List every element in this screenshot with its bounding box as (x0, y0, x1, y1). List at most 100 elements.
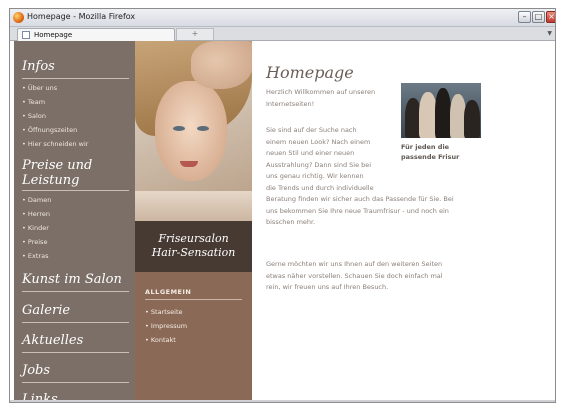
link-kontakt[interactable]: • Kontakt (145, 336, 176, 344)
nav-item-label: Öffnungszeiten (27, 126, 78, 134)
person-shape (435, 88, 451, 138)
minimize-button[interactable]: – (518, 11, 531, 23)
nav-item-salon[interactable]: • Salon (22, 112, 46, 120)
caption-line: Für jeden die (401, 143, 450, 151)
person-shape (464, 100, 480, 138)
text-line: uns bekommen Sie Ihre neue Traumfrisur -… (266, 206, 449, 215)
tab-list-arrow-icon[interactable]: ▼ (547, 30, 552, 37)
page-content: Infos • Über uns • Team • Salon • Öffnun… (10, 41, 555, 402)
nav-item-label: Extras (27, 252, 49, 260)
nav-item-label: Preise (27, 238, 48, 246)
tab-bar: Homepage + ▼ (10, 27, 555, 41)
group-photo (401, 83, 481, 138)
close-button[interactable]: × (546, 11, 555, 23)
browser-window: Homepage - Mozilla Firefox – □ × Homepag… (9, 8, 556, 403)
salon-name: Friseursalon Hair-Sensation (135, 221, 252, 260)
bullet-icon: • (22, 196, 26, 204)
salon-name-line1: Friseursalon (158, 232, 229, 245)
nav-item-label: Salon (27, 112, 46, 120)
window-title: Homepage - Mozilla Firefox (27, 12, 136, 21)
firefox-icon (13, 12, 24, 23)
nav-item-herren[interactable]: • Herren (22, 210, 50, 218)
nav-heading-aktuelles[interactable]: Aktuelles (22, 333, 83, 348)
hand-shape (191, 41, 252, 89)
nav-heading-line: Leistung (22, 173, 80, 188)
bullet-icon: • (22, 210, 26, 218)
bullet-icon: • (22, 98, 26, 106)
bullet-icon: • (22, 252, 26, 260)
paragraph-2: Gerne möchten wir uns Ihnen auf den weit… (266, 259, 443, 294)
bullet-icon: • (22, 140, 26, 148)
nav-item-label: Kinder (27, 224, 49, 232)
nav-item-label: Herren (27, 210, 51, 218)
new-tab-button[interactable]: + (176, 28, 214, 40)
divider (22, 291, 129, 292)
nav-heading-line: Preise und (22, 158, 93, 173)
bullet-icon: • (22, 224, 26, 232)
link-startseite[interactable]: • Startseite (145, 308, 183, 316)
bullet-icon: • (145, 336, 149, 344)
bullet-icon: • (145, 308, 149, 316)
link-label: Kontakt (150, 336, 176, 344)
text-line: Herzlich Willkommen auf unseren (266, 88, 376, 96)
divider (22, 190, 129, 191)
page-title: Homepage (266, 63, 354, 82)
page-icon (22, 31, 30, 39)
bullet-icon: • (22, 238, 26, 246)
bullet-icon: • (145, 322, 149, 330)
text-line: Gerne möchten wir uns Ihnen auf den weit… (266, 260, 443, 268)
nav-item-preise[interactable]: • Preise (22, 238, 47, 246)
text-line: Internetseiten! (266, 99, 315, 108)
maximize-button[interactable]: □ (532, 11, 545, 23)
paragraph-1: Sie sind auf der Suche nach einem neuen … (266, 125, 454, 229)
nav-item-hier-schneiden-wir[interactable]: • Hier schneiden wir (22, 140, 88, 148)
link-label: Startseite (150, 308, 183, 316)
divider (22, 322, 129, 323)
nav-heading-infos[interactable]: Infos (22, 59, 55, 74)
salon-name-box: Friseursalon Hair-Sensation (135, 221, 252, 272)
eye-shape (197, 126, 209, 131)
nav-heading-jobs[interactable]: Jobs (22, 363, 50, 378)
divider (145, 299, 242, 300)
nav-heading-galerie[interactable]: Galerie (22, 303, 70, 318)
title-bar: Homepage - Mozilla Firefox – □ × (10, 9, 555, 27)
text-line: bisschen mehr. (266, 218, 316, 226)
bullet-icon: • (22, 112, 26, 120)
sidebar-nav: Infos • Über uns • Team • Salon • Öffnun… (14, 41, 135, 402)
nav-item-label: Team (27, 98, 46, 106)
allgemein-title: ALLGEMEIN (145, 288, 192, 296)
nav-item-oeffnungszeiten[interactable]: • Öffnungszeiten (22, 126, 77, 134)
divider (22, 78, 129, 79)
bullet-icon: • (22, 126, 26, 134)
divider (22, 352, 129, 353)
tab-homepage[interactable]: Homepage (17, 28, 175, 41)
text-line: rein, wir freuen uns auf Ihren Besuch. (266, 283, 389, 291)
hero-photo-woman (135, 41, 252, 221)
link-label: Impressum (150, 322, 188, 330)
link-impressum[interactable]: • Impressum (145, 322, 187, 330)
nav-item-extras[interactable]: • Extras (22, 252, 48, 260)
nav-item-team[interactable]: • Team (22, 98, 45, 106)
nav-item-kinder[interactable]: • Kinder (22, 224, 49, 232)
nav-heading-preise-leistung[interactable]: Preise und Leistung (22, 158, 92, 188)
intro-text: Herzlich Willkommen auf unseren Internet… (266, 87, 375, 110)
divider (22, 382, 129, 383)
text-line: etwas näher vorstellen. Schauen Sie doch… (266, 271, 443, 280)
status-bar (10, 400, 555, 402)
text-line: Beratung finden wir sicher auch das Pass… (266, 195, 454, 203)
allgemein-box: ALLGEMEIN • Startseite • Impressum • Kon… (135, 272, 252, 402)
bullet-icon: • (22, 84, 26, 92)
eye-shape (173, 126, 185, 131)
tab-label: Homepage (34, 31, 73, 39)
photo-caption: Für jeden die passende Frisur (401, 142, 459, 162)
text-line: uns genau richtig. Wir kennen (266, 172, 364, 180)
nav-item-label: Hier schneiden wir (27, 140, 89, 148)
nav-item-ueber-uns[interactable]: • Über uns (22, 84, 57, 92)
nav-item-damen[interactable]: • Damen (22, 196, 51, 204)
middle-column: Friseursalon Hair-Sensation ALLGEMEIN • … (135, 41, 252, 402)
nav-item-label: Damen (27, 196, 52, 204)
main-content: Homepage Herzlich Willkommen auf unseren… (252, 41, 555, 402)
nav-heading-kunst-im-salon[interactable]: Kunst im Salon (22, 272, 122, 287)
text-line: die Trends und durch individuelle (266, 183, 374, 192)
caption-line: passende Frisur (401, 153, 460, 161)
